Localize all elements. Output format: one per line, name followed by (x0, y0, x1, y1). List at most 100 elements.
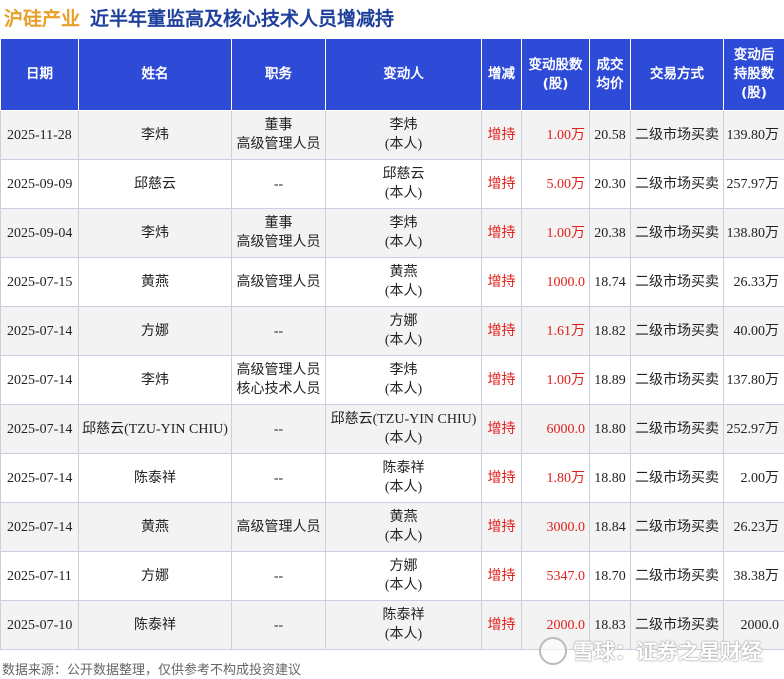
cell-role: 高级管理人员 (231, 502, 326, 552)
cell-changer-text: (本人) (384, 137, 423, 152)
cell-after-holding-text: 40.00万 (733, 323, 780, 339)
cell-date-text: 2025-07-10 (7, 617, 73, 633)
watermark-text: 雪球：证券之星财经 (573, 640, 762, 664)
cell-price-text: 20.30 (594, 176, 626, 192)
cell-direction: 增持 (481, 159, 522, 209)
cell-role: -- (231, 306, 326, 356)
cell-price: 20.38 (589, 208, 631, 258)
cell-direction: 增持 (481, 306, 522, 356)
cell-after-holding-text: 26.23万 (733, 519, 780, 535)
cell-price-text: 18.74 (594, 274, 626, 290)
cell-date: 2025-07-14 (0, 306, 79, 356)
cell-name-text: 陈泰祥 (134, 617, 176, 633)
cell-direction: 增持 (481, 257, 522, 307)
cell-changer: 方娜 (本人) (325, 306, 482, 356)
header-price-line1: 成交 (596, 56, 624, 73)
cell-direction-text: 增持 (487, 372, 516, 388)
cell-changer: 邱慈云(TZU-YIN CHIU) (本人) (325, 404, 482, 454)
cell-direction: 增持 (481, 110, 522, 160)
cell-method-text: 二级市场买卖 (635, 127, 719, 143)
cell-shares: 1.00万 (521, 355, 590, 405)
header-price-line2: 均价 (596, 75, 624, 92)
cell-changer-text: (本人) (384, 186, 423, 201)
header-changer: 变动人 (325, 38, 482, 111)
cell-name: 陈泰祥 (78, 453, 232, 503)
cell-changer-text: (本人) (384, 480, 423, 495)
cell-changer-text: (本人) (384, 235, 423, 250)
cell-role: 高级管理人员 核心技术人员 (231, 355, 326, 405)
cell-price-text: 20.38 (594, 225, 626, 241)
cell-changer-text: 陈泰祥 (382, 461, 425, 476)
cell-changer: 李炜 (本人) (325, 110, 482, 160)
cell-price-text: 18.80 (594, 470, 626, 486)
table-title: 近半年董监高及核心技术人员增减持 (90, 7, 395, 30)
cell-role-text: 核心技术人员 (236, 382, 321, 397)
cell-name: 黄燕 (78, 502, 232, 552)
cell-role: -- (231, 551, 326, 601)
header-after: 变动后 持股数 (股) (723, 38, 784, 111)
cell-direction: 增持 (481, 404, 522, 454)
cell-method: 二级市场买卖 (630, 502, 724, 552)
cell-price-text: 18.70 (594, 568, 626, 584)
cell-shares-text: 6000.0 (546, 421, 586, 437)
cell-after-holding: 138.80万 (723, 208, 784, 258)
cell-direction-text: 增持 (487, 519, 516, 535)
cell-shares: 3000.0 (521, 502, 590, 552)
table-row: 2025-07-14 黄燕 高级管理人员 黄燕 (本人) 增持 3000.0 18.84 二级市… (0, 502, 784, 552)
cell-role-text: 高级管理人员 (236, 235, 321, 250)
cell-name-text: 黄燕 (141, 274, 169, 290)
cell-changer-text: 黄燕 (389, 265, 418, 280)
cell-name: 李炜 (78, 110, 232, 160)
cell-changer-text: (本人) (384, 431, 423, 446)
cell-role: -- (231, 404, 326, 454)
cell-price-text: 18.83 (594, 617, 626, 633)
cell-role: 董事 高级管理人员 (231, 208, 326, 258)
cell-after-holding: 26.23万 (723, 502, 784, 552)
cell-method: 二级市场买卖 (630, 306, 724, 356)
table-row: 2025-09-04 李炜 董事 高级管理人员 李炜 (本人) 增持 1.00万 20.38 二级… (0, 208, 784, 258)
cell-price: 18.89 (589, 355, 631, 405)
cell-name: 方娜 (78, 551, 232, 601)
cell-method-text: 二级市场买卖 (635, 323, 719, 339)
cell-after-holding-text: 257.97万 (726, 176, 780, 192)
cell-shares: 1.61万 (521, 306, 590, 356)
cell-price: 18.74 (589, 257, 631, 307)
cell-role: 董事 高级管理人员 (231, 110, 326, 160)
cell-role-text: 董事 (264, 216, 293, 231)
cell-after-holding: 38.38万 (723, 551, 784, 601)
cell-method-text: 二级市场买卖 (635, 568, 719, 584)
cell-role-text: 高级管理人员 (236, 363, 321, 378)
cell-changer-text: (本人) (384, 333, 423, 348)
cell-shares-text: 1.00万 (546, 372, 586, 388)
cell-price-text: 20.58 (594, 127, 626, 143)
cell-method: 二级市场买卖 (630, 453, 724, 503)
cell-price: 18.70 (589, 551, 631, 601)
cell-date-text: 2025-07-11 (7, 568, 72, 584)
cell-after-holding-text: 252.97万 (726, 421, 780, 437)
cell-shares-text: 1000.0 (546, 274, 586, 290)
cell-shares: 1000.0 (521, 257, 590, 307)
snowball-logo-icon (539, 637, 567, 665)
cell-role-text: 董事 (264, 118, 293, 133)
cell-changer: 邱慈云 (本人) (325, 159, 482, 209)
cell-date-text: 2025-07-14 (7, 372, 73, 388)
cell-after-holding: 26.33万 (723, 257, 784, 307)
cell-changer: 陈泰祥 (本人) (325, 600, 482, 650)
cell-changer: 陈泰祥 (本人) (325, 453, 482, 503)
table-row: 2025-07-14 邱慈云(TZU-YIN CHIU) -- 邱慈云(TZU-YIN… (0, 404, 784, 454)
cell-shares: 5.00万 (521, 159, 590, 209)
cell-date: 2025-09-09 (0, 159, 79, 209)
cell-direction: 增持 (481, 453, 522, 503)
cell-shares-text: 1.00万 (546, 127, 586, 143)
cell-role-text: -- (273, 176, 284, 192)
cell-price: 18.80 (589, 453, 631, 503)
cell-method: 二级市场买卖 (630, 257, 724, 307)
cell-after-holding: 2.00万 (723, 453, 784, 503)
cell-date: 2025-07-11 (0, 551, 79, 601)
cell-price: 20.30 (589, 159, 631, 209)
cell-changer: 李炜 (本人) (325, 208, 482, 258)
cell-date-text: 2025-07-14 (7, 421, 73, 437)
cell-changer: 李炜 (本人) (325, 355, 482, 405)
cell-price-text: 18.82 (594, 323, 626, 339)
cell-shares-text: 5347.0 (546, 568, 586, 584)
